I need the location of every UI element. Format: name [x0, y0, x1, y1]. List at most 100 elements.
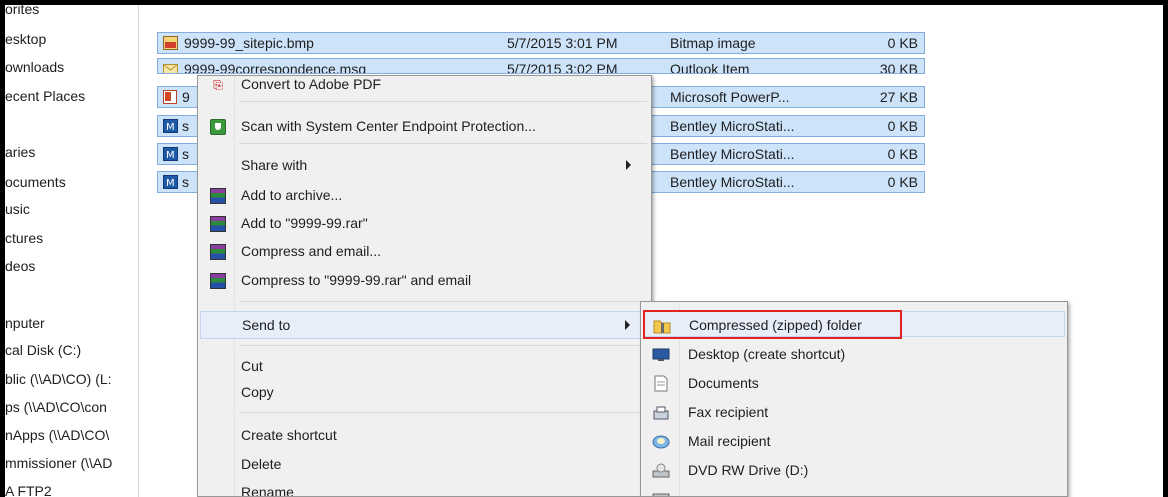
- menu-item-label: Scan with System Center Endpoint Protect…: [241, 118, 536, 134]
- menu-item-label: Fax recipient: [688, 404, 769, 420]
- powerpoint-icon: [163, 90, 177, 104]
- file-size: 30 KB: [879, 61, 918, 74]
- nav-item-videos[interactable]: deos: [5, 258, 35, 274]
- send-to-item[interactable]: Send to: [200, 311, 649, 339]
- menu-item-label: Mail recipient: [688, 433, 771, 449]
- file-type: Outlook Item: [670, 61, 750, 74]
- menu-item-label: Delete: [241, 456, 282, 472]
- menu-item-label: Convert to Adobe PDF: [241, 76, 382, 92]
- menu-item-label: Create shortcut: [241, 427, 337, 443]
- rename-item[interactable]: Rename: [200, 481, 649, 497]
- mail-recipient-item[interactable]: Mail recipient: [643, 428, 1065, 454]
- file-type: Microsoft PowerP...: [670, 89, 790, 105]
- navigation-pane[interactable]: orites esktop ownloads ecent Places arie…: [5, 5, 139, 497]
- file-date: 5/7/2015 3:01 PM: [507, 35, 618, 51]
- file-name: 9: [182, 89, 190, 105]
- convert-to-pdf-item[interactable]: ⎘ Convert to Adobe PDF: [200, 76, 649, 97]
- nav-item-napps-drive[interactable]: nApps (\\AD\CO\: [5, 427, 109, 443]
- file-type: Bentley MicroStati...: [670, 174, 795, 190]
- menu-separator: [239, 345, 647, 346]
- menu-item-label: Compress to "9999-99.rar" and email: [241, 272, 472, 288]
- nav-item-public-drive[interactable]: blic (\\AD\CO) (L:: [5, 371, 112, 387]
- menu-item-label: DVD RW Drive (D:): [688, 462, 809, 478]
- winrar-icon: [210, 188, 226, 204]
- menu-item-label: Add to archive...: [241, 187, 343, 203]
- documents-icon: [654, 375, 668, 392]
- menu-item-label: Cut: [241, 358, 263, 374]
- create-shortcut-item[interactable]: Create shortcut: [200, 424, 649, 448]
- nav-item-documents[interactable]: ocuments: [5, 174, 66, 190]
- nav-item-apps-drive[interactable]: ps (\\AD\CO\con: [5, 399, 107, 415]
- file-name: s: [182, 146, 189, 162]
- menu-separator: [239, 412, 647, 413]
- desktop-create-shortcut-item[interactable]: Desktop (create shortcut): [643, 341, 1065, 367]
- file-type: Bentley MicroStati...: [670, 118, 795, 134]
- file-type: Bentley MicroStati...: [670, 146, 795, 162]
- winrar-icon: [210, 244, 226, 260]
- copy-item[interactable]: Copy: [200, 381, 649, 405]
- microstation-icon: M: [163, 147, 178, 161]
- shield-icon: [210, 119, 226, 135]
- window-border-right: [1163, 0, 1168, 497]
- file-name: s: [182, 174, 189, 190]
- file-name: 9999-99_sitepic.bmp: [184, 35, 314, 51]
- nav-item-recent-places[interactable]: ecent Places: [5, 88, 85, 104]
- documents-item[interactable]: Documents: [643, 370, 1065, 396]
- fax-icon: [653, 406, 669, 420]
- file-name: s: [182, 118, 189, 134]
- menu-separator: [239, 101, 647, 102]
- file-size: 0 KB: [887, 146, 918, 162]
- submenu-arrow-icon: [626, 160, 631, 170]
- nav-item-pictures[interactable]: ctures: [5, 230, 43, 246]
- network-drive-icon: [652, 493, 670, 496]
- svg-text:M: M: [166, 150, 175, 161]
- bitmap-icon: [163, 36, 178, 50]
- dvd-rw-drive-item[interactable]: DVD RW Drive (D:): [643, 457, 1065, 483]
- fax-recipient-item[interactable]: Fax recipient: [643, 399, 1065, 425]
- file-name: 9999-99correspondence.msg: [184, 61, 367, 74]
- submenu-arrow-icon: [625, 320, 630, 330]
- menu-item-label: Send to: [242, 317, 291, 333]
- file-row[interactable]: 9999-99_sitepic.bmp 5/7/2015 3:01 PM Bit…: [157, 32, 925, 54]
- highlight-annotation-box: [643, 310, 902, 339]
- nav-item-computer[interactable]: nputer: [5, 315, 45, 331]
- winrar-icon: [210, 216, 226, 232]
- scan-endpoint-protection-item[interactable]: Scan with System Center Endpoint Protect…: [200, 115, 649, 139]
- nav-item-commissioner-drive[interactable]: mmissioner (\\AD: [5, 455, 112, 471]
- nav-item-music[interactable]: usic: [5, 201, 30, 217]
- menu-separator: [239, 301, 647, 302]
- nav-item-libraries[interactable]: aries: [5, 144, 35, 160]
- file-size: 27 KB: [879, 89, 918, 105]
- share-with-item[interactable]: Share with: [200, 154, 649, 178]
- menu-item-label: Documents: [688, 375, 759, 391]
- add-to-archive-item[interactable]: Add to archive...: [200, 184, 649, 208]
- cut-item[interactable]: Cut: [200, 355, 649, 379]
- nav-item-favorites[interactable]: orites: [5, 5, 39, 17]
- file-date: 5/7/2015 3:02 PM: [507, 61, 618, 74]
- winrar-icon: [210, 273, 226, 289]
- desktop-icon: [652, 348, 670, 361]
- submenu-item-partial[interactable]: [643, 486, 1065, 496]
- dvd-drive-icon: [652, 463, 670, 478]
- nav-item-local-disk[interactable]: cal Disk (C:): [5, 342, 81, 358]
- file-size: 0 KB: [887, 35, 918, 51]
- file-size: 0 KB: [887, 174, 918, 190]
- nav-item-desktop[interactable]: esktop: [5, 31, 46, 47]
- nav-item-ftp[interactable]: A FTP2: [5, 483, 52, 497]
- mail-icon: [163, 64, 178, 73]
- delete-item[interactable]: Delete: [200, 453, 649, 477]
- menu-item-label: Share with: [241, 157, 308, 173]
- menu-separator: [239, 143, 647, 144]
- window-border-top: [0, 0, 1168, 5]
- svg-text:M: M: [166, 122, 175, 133]
- menu-item-label: Desktop (create shortcut): [688, 346, 846, 362]
- microstation-icon: M: [163, 119, 178, 133]
- compress-and-email-item[interactable]: Compress and email...: [200, 240, 649, 264]
- context-menu: ⎘ Convert to Adobe PDF Scan with System …: [197, 75, 652, 497]
- add-to-rar-item[interactable]: Add to "9999-99.rar": [200, 212, 649, 236]
- menu-item-label: Rename: [241, 484, 294, 497]
- compress-to-rar-and-email-item[interactable]: Compress to "9999-99.rar" and email: [200, 269, 649, 293]
- svg-text:M: M: [166, 178, 175, 189]
- nav-item-downloads[interactable]: ownloads: [5, 59, 64, 75]
- file-row[interactable]: 9999-99correspondence.msg 5/7/2015 3:02 …: [157, 58, 925, 74]
